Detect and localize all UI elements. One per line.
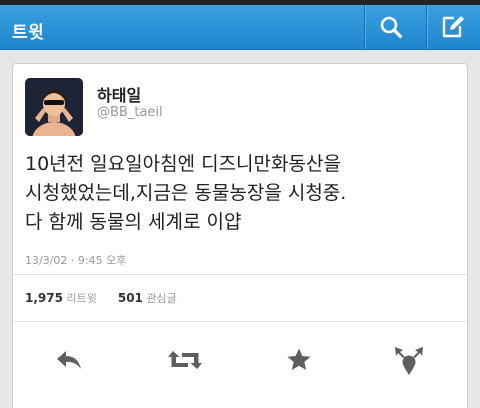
compose-button[interactable] [426, 5, 479, 49]
favorite-button[interactable] [279, 344, 319, 376]
star-icon [287, 348, 311, 370]
tweet-card: 하태일 @BB_taeil 10년전 일요일아침엔 디즈니만화동산을 시청했었는… [12, 63, 468, 408]
divider [13, 321, 467, 322]
tweet-text: 10년전 일요일아침엔 디즈니만화동산을 시청했었는데,지금은 동물농장을 시청… [25, 150, 455, 237]
compose-icon [442, 16, 464, 38]
reply-button[interactable] [49, 344, 89, 376]
avatar[interactable] [25, 78, 83, 136]
retweet-button[interactable] [165, 344, 205, 376]
display-name[interactable]: 하태일 [97, 82, 141, 106]
top-navigation-bar: 트윗 [0, 5, 480, 50]
profile-photo-icon [25, 78, 83, 136]
tweet-text-line: 시청했었는데,지금은 동물농장을 시청중. [25, 182, 347, 204]
tweet-stats: 1,975 리트윗 501 관심글 [25, 290, 177, 306]
tweet-text-line: 10년전 일요일아침엔 디즈니만화동산을 [25, 153, 341, 175]
page-title: 트윗 [12, 23, 45, 43]
favorite-count-label: 관심글 [146, 292, 177, 305]
retweet-icon [168, 351, 202, 369]
reply-icon [57, 351, 81, 369]
tweet-timestamp: 13/3/02 · 9:45 오후 [25, 254, 127, 267]
retweet-count-label: 리트윗 [66, 292, 97, 305]
retweet-count[interactable]: 1,975 [25, 291, 63, 305]
search-button[interactable] [364, 5, 417, 49]
share-button[interactable] [389, 344, 429, 376]
divider [13, 274, 467, 275]
favorite-count[interactable]: 501 [118, 291, 143, 305]
share-icon [395, 347, 423, 375]
tweet-text-line: 다 함께 동물의 세계로 이얍 [25, 211, 242, 233]
search-icon [380, 16, 403, 39]
user-handle[interactable]: @BB_taeil [97, 105, 163, 120]
